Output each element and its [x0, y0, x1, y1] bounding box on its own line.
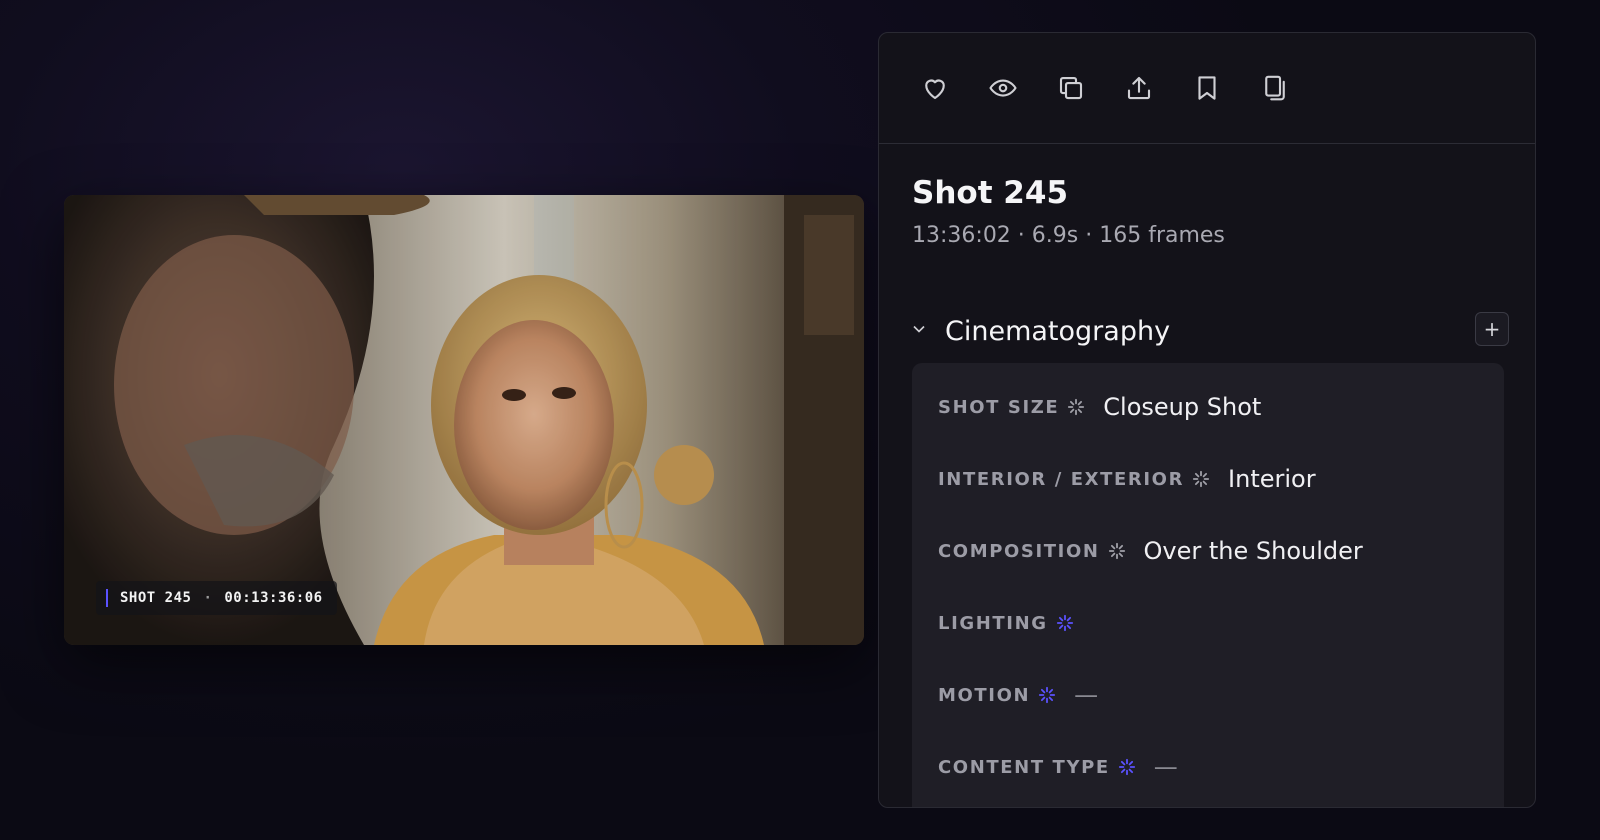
- field-label: CONTENT TYPE: [938, 756, 1110, 778]
- badge-timecode: 00:13:36:06: [224, 590, 323, 606]
- field-motion[interactable]: MOTION —: [938, 677, 1098, 713]
- field-label: MOTION: [938, 684, 1031, 706]
- cinematography-fields: SHOT SIZE Closeup Shot INTERIOR / EXTERI…: [912, 363, 1504, 807]
- field-composition[interactable]: COMPOSITION Over the Shoulder: [938, 533, 1363, 569]
- empty-value-dash: —: [1074, 681, 1099, 709]
- ai-sparkle-icon: [1192, 470, 1210, 488]
- bookmark-icon: [1198, 76, 1216, 100]
- field-label: COMPOSITION: [938, 540, 1100, 562]
- badge-separator: ·: [203, 590, 213, 606]
- ai-sparkle-icon: [1108, 542, 1125, 560]
- field-label: LIGHTING: [938, 612, 1048, 634]
- cinematography-section-header[interactable]: Cinematography +: [909, 312, 1509, 349]
- shot-meta: 13:36:02 · 6.9s · 165 frames: [912, 223, 1225, 248]
- shot-preview[interactable]: SHOT 245 · 00:13:36:06: [64, 195, 864, 645]
- field-content-type[interactable]: CONTENT TYPE —: [938, 749, 1178, 785]
- upload-icon: [1127, 76, 1151, 100]
- ai-sparkle-active-icon: [1039, 686, 1056, 704]
- add-field-button[interactable]: +: [1475, 312, 1509, 346]
- section-title: Cinematography: [945, 315, 1171, 347]
- view-button[interactable]: [987, 72, 1019, 104]
- field-label: INTERIOR / EXTERIOR: [938, 468, 1185, 490]
- field-label: SHOT SIZE: [938, 396, 1060, 418]
- field-shot-size[interactable]: SHOT SIZE Closeup Shot: [938, 389, 1261, 425]
- copy-icon: [1265, 75, 1285, 101]
- shot-thumbnail-image: [64, 195, 864, 645]
- ai-sparkle-active-icon: [1118, 758, 1135, 776]
- field-lighting[interactable]: LIGHTING: [938, 605, 1092, 641]
- badge-shot-label: SHOT 245: [120, 590, 192, 606]
- shot-title: Shot 245: [912, 175, 1069, 211]
- field-value: Interior: [1228, 465, 1316, 493]
- heart-icon: [925, 79, 945, 100]
- favorite-button[interactable]: [919, 72, 951, 104]
- field-interior-exterior[interactable]: INTERIOR / EXTERIOR Interior: [938, 461, 1316, 497]
- copy-button[interactable]: [1259, 72, 1291, 104]
- empty-value-dash: —: [1153, 753, 1178, 781]
- bookmark-button[interactable]: [1191, 72, 1223, 104]
- duplicate-button[interactable]: [1055, 72, 1087, 104]
- ai-sparkle-active-icon: [1056, 614, 1073, 632]
- duplicate-icon: [1059, 76, 1083, 100]
- export-button[interactable]: [1123, 72, 1155, 104]
- field-value: Closeup Shot: [1103, 393, 1262, 421]
- ai-sparkle-icon: [1068, 398, 1085, 416]
- chevron-down-icon[interactable]: [909, 319, 933, 343]
- field-value: Over the Shoulder: [1143, 537, 1363, 565]
- accent-bar: [106, 589, 108, 607]
- shot-timecode-badge: SHOT 245 · 00:13:36:06: [96, 581, 337, 615]
- panel-toolbar: [879, 33, 1535, 144]
- shot-details-panel: Shot 245 13:36:02 · 6.9s · 165 frames Ci…: [878, 32, 1536, 808]
- eye-icon: [989, 79, 1017, 97]
